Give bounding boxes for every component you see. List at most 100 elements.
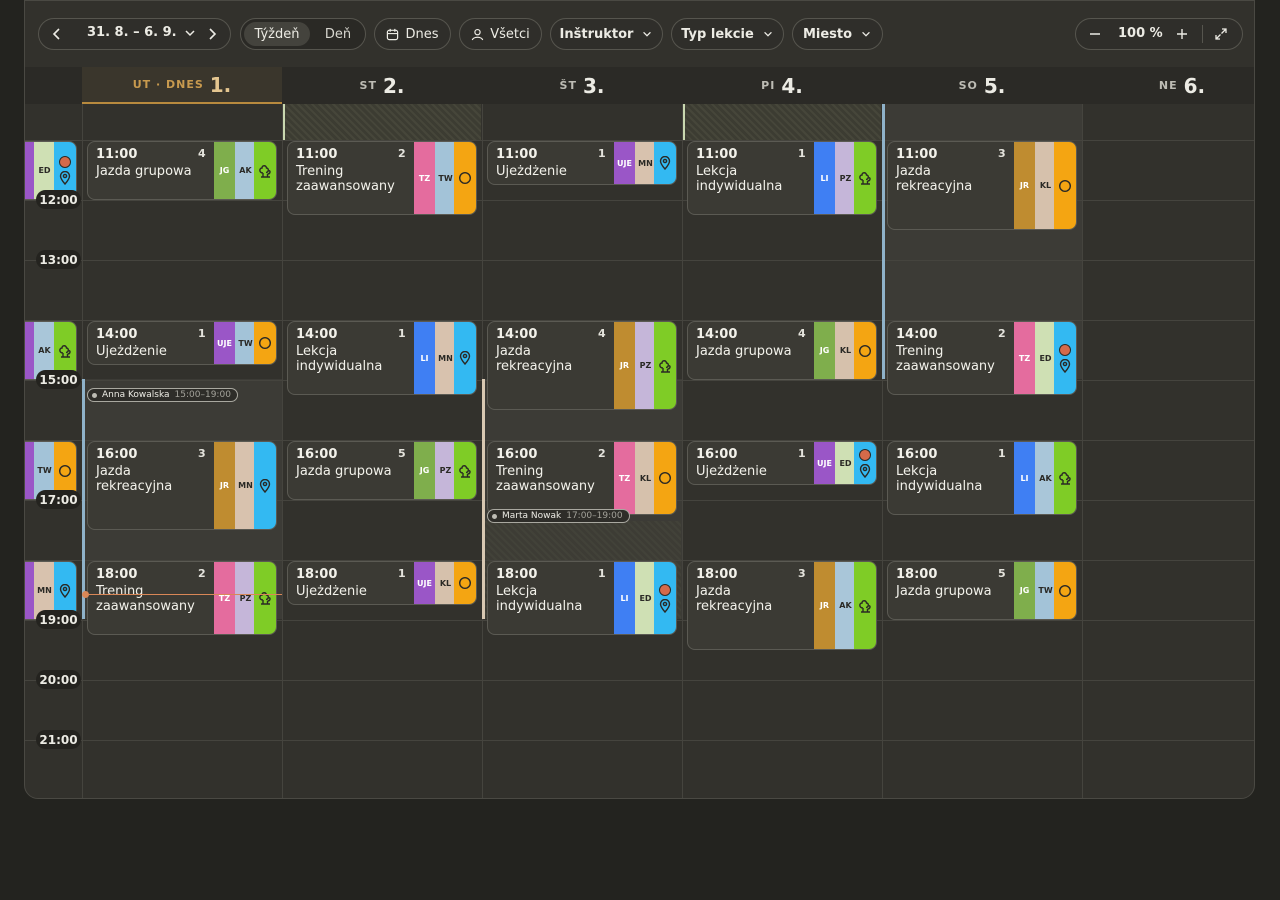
lesson-card[interactable]: 18:00 1 Lekcja indywidualna LI ED <box>487 561 677 635</box>
chevron-down-icon <box>763 31 772 37</box>
lesson-card[interactable]: 16:00 2 Trening zaawansowany TZ KL <box>487 441 677 515</box>
view-day-button[interactable]: Deň <box>313 22 363 46</box>
instructor-filter[interactable]: Inštruktor <box>550 18 663 50</box>
lesson-card[interactable]: 18:00 2 Trening zaawansowany TZ PZ <box>87 561 277 635</box>
lesson-time: 16:00 <box>496 447 538 462</box>
tree-icon <box>858 171 872 185</box>
instructor-strip-kl: KL <box>835 322 856 379</box>
day-header-1[interactable]: UT · DNES 1. <box>82 67 282 104</box>
availability-tag[interactable]: Marta Nowak 17:00–19:00 <box>487 509 630 523</box>
day-header-5[interactable]: SO 5. <box>882 67 1082 104</box>
day-header-6[interactable]: NE 6. <box>1082 67 1254 104</box>
lesson-card[interactable]: 18:00 5 Jazda grupowa JG TW <box>887 561 1077 620</box>
lesson-card[interactable]: 11:00 4 Jazda grupowa JG AK <box>87 141 277 200</box>
lesson-time: 18:00 <box>96 567 138 582</box>
lesson-card[interactable]: 14:00 1 Ujeżdżenie UJE TW <box>87 321 277 365</box>
prev-week-button[interactable] <box>49 26 65 42</box>
lesson-name: Jazda grupowa <box>696 344 792 359</box>
instructor-strip-ak: AK <box>835 562 856 649</box>
lesson-participants-count: 5 <box>998 567 1006 580</box>
instructor-strip-ed: ED <box>835 442 856 484</box>
range-label: 31. 8. – 6. 9. <box>87 25 177 40</box>
tree-icon <box>58 344 72 358</box>
lesson-card[interactable]: 18:00 1 Ujeżdżenie UJE KL <box>287 561 477 605</box>
lesson-time: 14:00 <box>96 327 138 342</box>
lesson-card[interactable]: 11:00 2 Trening zaawansowany TZ TW <box>287 141 477 215</box>
lesson-type-filter[interactable]: Typ lekcie <box>671 18 784 50</box>
tree-icon <box>658 359 672 373</box>
instructor-strip-uje: UJE <box>814 442 835 484</box>
range-navigator: 31. 8. – 6. 9. <box>38 18 231 50</box>
next-week-button[interactable] <box>204 26 220 42</box>
pin-strip <box>254 442 276 529</box>
instructor-strip-pz: PZ <box>835 142 856 214</box>
status-dot <box>59 156 71 168</box>
availability-bar <box>82 379 85 619</box>
day-header-3[interactable]: ŠT 3. <box>482 67 682 104</box>
lesson-time: 14:00 <box>496 327 538 342</box>
lesson-card[interactable]: 16:00 5 Jazda grupowa JG PZ <box>287 441 477 500</box>
range-select[interactable]: 31. 8. – 6. 9. <box>87 25 197 40</box>
instructor-strip-kl: KL <box>635 442 656 514</box>
lesson-participants-count: 1 <box>598 147 606 160</box>
zoom-divider <box>1202 25 1203 43</box>
day-header-date: 5. <box>983 73 1006 98</box>
instructor-strip <box>25 562 34 619</box>
lesson-card[interactable]: 11:00 1 Lekcja indywidualna LI PZ <box>687 141 877 215</box>
place-filter-label: Miesto <box>802 26 853 42</box>
tree-strip <box>254 142 276 199</box>
status-dot <box>1059 343 1071 356</box>
all-people-button[interactable]: Všetci <box>459 18 542 50</box>
zoom-in-button[interactable] <box>1175 27 1189 41</box>
current-time-line <box>85 594 282 595</box>
availability-dot <box>492 513 497 519</box>
instructor-strip <box>25 322 34 379</box>
lesson-card[interactable]: 11:00 3 Jazda rekreacyjna JR KL <box>887 141 1077 230</box>
lesson-time: 11:00 <box>96 147 138 162</box>
instructor-strip-li: LI <box>614 562 635 634</box>
tree-strip <box>454 442 476 499</box>
view-week-button[interactable]: Týždeň <box>244 22 310 46</box>
availability-tag[interactable]: Anna Kowalska 15:00–19:00 <box>87 388 238 402</box>
day-header-2[interactable]: ST 2. <box>282 67 482 104</box>
lesson-card[interactable]: 18:00 3 Jazda rekreacyjna JR AK <box>687 561 877 650</box>
lesson-card[interactable]: 14:00 4 Jazda rekreacyjna JR PZ <box>487 321 677 410</box>
day-header-date: 2. <box>382 73 405 98</box>
place-filter[interactable]: Miesto <box>792 18 883 50</box>
lesson-card[interactable]: 14:00 4 Jazda grupowa JG KL <box>687 321 877 380</box>
lesson-participants-count: 2 <box>598 447 606 460</box>
instructor-strip-jg: JG <box>414 442 435 499</box>
instructor-strip-ed: ED <box>635 562 656 634</box>
lesson-participants-count: 3 <box>798 567 806 580</box>
lesson-time: 18:00 <box>496 567 538 582</box>
lesson-name: Ujeżdżenie <box>496 164 567 179</box>
ring-icon <box>1058 179 1072 193</box>
lesson-card[interactable]: 16:00 1 Lekcja indywidualna LI AK <box>887 441 1077 515</box>
lesson-name: Ujeżdżenie <box>96 344 167 359</box>
instructor-strip-tw: TW <box>1035 562 1056 619</box>
pin-icon <box>59 170 71 186</box>
instructor-strip-li: LI <box>414 322 435 394</box>
fullscreen-button[interactable] <box>1214 27 1228 41</box>
status-dot <box>659 583 671 596</box>
today-button[interactable]: Dnes <box>374 18 451 50</box>
all-people-label: Všetci <box>490 26 530 42</box>
lesson-card[interactable]: 16:00 1 Ujeżdżenie UJE ED <box>687 441 877 485</box>
lesson-card[interactable]: 14:00 1 Lekcja indywidualna LI MN <box>287 321 477 395</box>
lesson-card[interactable]: 14:00 2 Trening zaawansowany TZ ED <box>887 321 1077 395</box>
zoom-out-button[interactable] <box>1088 27 1102 41</box>
lesson-name: Jazda grupowa <box>896 584 992 599</box>
lesson-name: Trening zaawansowany <box>96 584 195 614</box>
pin-icon <box>859 463 871 478</box>
instructor-strip <box>25 442 34 499</box>
day-header-4[interactable]: PI 4. <box>682 67 882 104</box>
lesson-name: Jazda rekreacyjna <box>96 464 173 494</box>
lesson-card[interactable]: 11:00 1 Ujeżdżenie UJE MN <box>487 141 677 185</box>
day-header-weekday: SO <box>958 79 978 92</box>
zoom-controls: 100 % <box>1075 18 1243 50</box>
lesson-participants-count: 1 <box>798 147 806 160</box>
ring-icon <box>258 336 272 350</box>
hour-line <box>25 740 1254 741</box>
instructor-strip-tz: TZ <box>1014 322 1035 394</box>
lesson-card[interactable]: 16:00 3 Jazda rekreacyjna JR MN <box>87 441 277 530</box>
